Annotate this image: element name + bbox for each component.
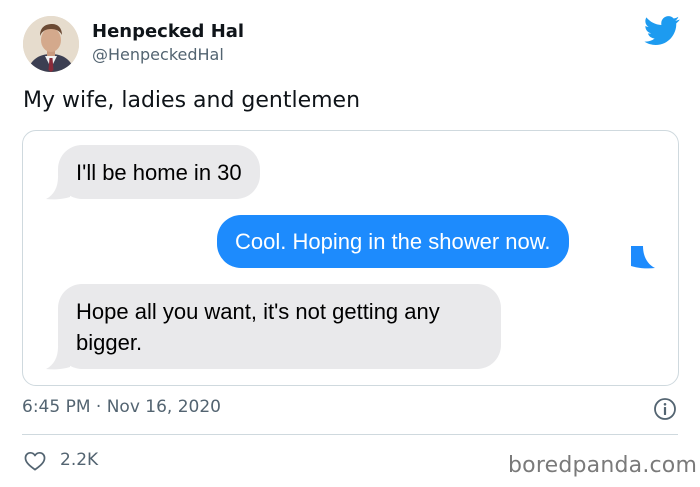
like-count[interactable]: 2.2K — [60, 450, 98, 470]
heart-icon[interactable] — [24, 451, 46, 471]
info-icon[interactable] — [653, 397, 677, 421]
bubble-tail-outgoing — [631, 246, 655, 269]
tweet-media-screenshot[interactable]: I'll be home in 30 Cool. Hoping in the s… — [22, 130, 679, 386]
avatar[interactable] — [23, 16, 79, 72]
avatar-portrait — [23, 16, 79, 72]
watermark: boredpanda.com — [508, 453, 698, 478]
divider — [22, 434, 678, 435]
message-bubble-incoming: Hope all you want, it's not getting any … — [58, 284, 501, 369]
tweet-card: Henpecked Hal @HenpeckedHal My wife, lad… — [0, 0, 700, 487]
message-bubble-incoming: I'll be home in 30 — [58, 145, 260, 199]
author-handle[interactable]: @HenpeckedHal — [92, 45, 224, 64]
twitter-bird-icon[interactable] — [644, 16, 680, 46]
author-display-name[interactable]: Henpecked Hal — [92, 21, 244, 42]
tweet-timestamp[interactable]: 6:45 PM · Nov 16, 2020 — [22, 397, 221, 417]
message-bubble-outgoing: Cool. Hoping in the shower now. — [217, 215, 569, 268]
tweet-text: My wife, ladies and gentlemen — [23, 88, 361, 113]
